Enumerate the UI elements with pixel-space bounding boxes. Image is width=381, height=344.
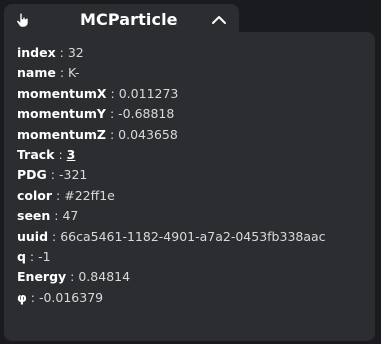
field-value: 47 [62, 208, 79, 224]
field-separator: : [66, 269, 79, 285]
field-separator: : [105, 126, 119, 142]
field-separator: : [46, 167, 59, 183]
field-value: 0.043658 [118, 126, 178, 142]
field-separator: : [25, 248, 39, 264]
track-link[interactable]: 3 [67, 147, 76, 162]
field-key: color [17, 187, 53, 203]
field-key: name [17, 65, 56, 81]
field-separator: : [52, 187, 65, 203]
field-row-seen: seen : 47 [17, 206, 326, 226]
field-row-uuid: uuid : 66ca5461-1182-4901-a7a2-0453fb338… [17, 227, 326, 247]
field-separator: : [105, 106, 119, 122]
field-separator: : [55, 65, 69, 81]
field-value: -0.68818 [118, 106, 175, 122]
field-key: seen [17, 208, 51, 224]
field-separator: : [50, 208, 63, 224]
field-key: q [17, 248, 26, 264]
field-value: 32 [67, 45, 84, 60]
field-value: 66ca5461-1182-4901-a7a2-0453fb338aac [60, 228, 326, 244]
panel-title: MCParticle [80, 10, 178, 29]
field-separator: : [55, 45, 68, 60]
field-key: index [17, 45, 56, 60]
field-row-name: name : K- [17, 63, 326, 83]
field-row-pdg: PDG : -321 [17, 165, 326, 185]
field-row-momentumz: momentumZ : 0.043658 [17, 125, 326, 145]
page: MCParticle index : 32 name : K- momentum… [0, 0, 381, 344]
cursor-hand-icon [16, 12, 30, 28]
field-list: index : 32 name : K- momentumX : 0.01127… [17, 43, 326, 308]
field-key: momentumZ [17, 126, 106, 142]
field-key: PDG [17, 167, 47, 183]
field-separator: : [48, 228, 61, 244]
field-separator: : [106, 85, 119, 101]
field-separator: : [54, 146, 67, 162]
field-row-momentumy: momentumY : -0.68818 [17, 104, 326, 124]
field-value: K- [68, 65, 80, 81]
field-row-track: Track : 3 [17, 145, 326, 165]
field-key: uuid [17, 228, 49, 244]
field-value: -0.016379 [38, 289, 104, 305]
field-key: momentumX [17, 85, 107, 101]
field-row-phi: φ : -0.016379 [17, 288, 326, 308]
field-value: 0.84814 [78, 269, 131, 285]
field-row-momentumx: momentumX : 0.011273 [17, 84, 326, 104]
field-value: 0.011273 [118, 85, 179, 101]
field-row-index: index : 32 [17, 43, 326, 63]
field-value: -1 [38, 248, 51, 264]
particle-info-panel: index : 32 name : K- momentumX : 0.01127… [4, 32, 375, 341]
field-key: φ [17, 289, 27, 305]
field-key: momentumY [17, 106, 106, 122]
field-value: -321 [58, 167, 88, 183]
field-row-color: color : #22ff1e [17, 186, 326, 206]
field-value: #22ff1e [64, 187, 115, 203]
field-key: Track [17, 146, 55, 162]
field-row-energy: Energy : 0.84814 [17, 267, 326, 287]
field-row-q: q : -1 [17, 247, 326, 267]
chevron-up-icon[interactable] [209, 12, 229, 28]
field-key: Energy [17, 269, 67, 285]
field-separator: : [26, 289, 39, 305]
